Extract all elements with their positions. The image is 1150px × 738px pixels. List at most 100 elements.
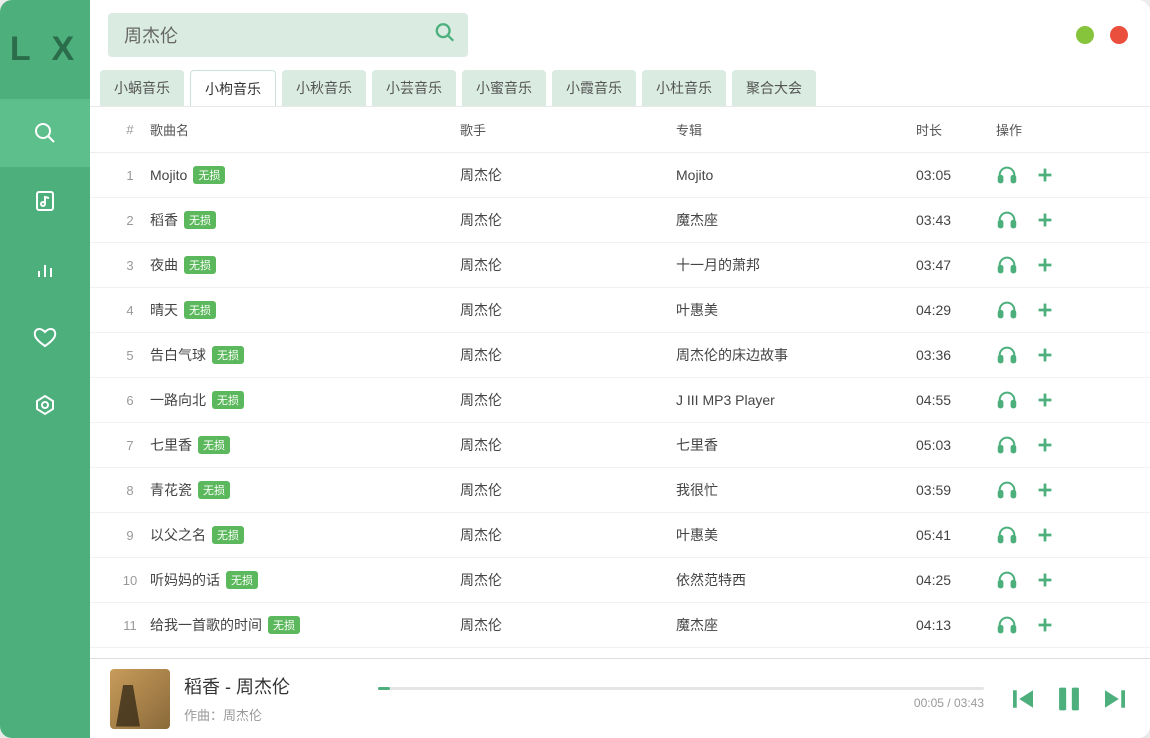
cell-name: 夜曲 无损 [150,255,460,275]
cell-action [996,299,1096,321]
play-button[interactable] [996,299,1018,321]
play-button[interactable] [996,254,1018,276]
quality-badge: 无损 [198,436,230,454]
table-row[interactable]: 2稻香 无损周杰伦魔杰座03:43 [90,198,1150,243]
play-button[interactable] [996,569,1018,591]
quality-badge: 无损 [212,391,244,409]
add-button[interactable] [1034,524,1056,546]
cell-index: 4 [110,303,150,318]
cell-name: 告白气球 无损 [150,345,460,365]
add-button[interactable] [1034,614,1056,636]
search-wrap [108,13,468,57]
progress-bar[interactable] [378,687,984,690]
cell-album: Mojito [676,167,916,183]
tab-source[interactable]: 小蜗音乐 [100,70,184,106]
pause-icon [1052,682,1086,716]
minimize-button[interactable] [1076,26,1094,44]
add-button[interactable] [1034,164,1056,186]
cell-name: 一路向北 无损 [150,390,460,410]
table-row[interactable]: 1Mojito 无损周杰伦Mojito03:05 [90,153,1150,198]
cell-album: 我很忙 [676,480,916,500]
progress-fill [378,687,390,690]
play-button[interactable] [996,209,1018,231]
table-row[interactable]: 5告白气球 无损周杰伦周杰伦的床边故事03:36 [90,333,1150,378]
cell-name: 给我一首歌的时间 无损 [150,615,460,635]
play-button[interactable] [996,389,1018,411]
tab-source[interactable]: 小秋音乐 [282,70,366,106]
add-button[interactable] [1034,479,1056,501]
nav-settings[interactable] [0,371,90,439]
play-button[interactable] [996,344,1018,366]
heart-icon [33,325,57,349]
headphones-icon [996,569,1018,591]
search-button[interactable] [434,22,456,49]
table-row[interactable]: 7七里香 无损周杰伦七里香05:03 [90,423,1150,468]
table-row[interactable]: 10听妈妈的话 无损周杰伦依然范特西04:25 [90,558,1150,603]
album-art[interactable] [110,669,170,729]
play-button[interactable] [996,164,1018,186]
nav-favorites[interactable] [0,303,90,371]
cell-duration: 03:59 [916,482,996,498]
cell-duration: 03:05 [916,167,996,183]
add-button[interactable] [1034,344,1056,366]
player-bar: 稻香 - 周杰伦 作曲：周杰伦 00:05 / 03:43 [90,658,1150,738]
add-button[interactable] [1034,389,1056,411]
next-button[interactable] [1100,684,1130,714]
player-controls [1008,682,1130,716]
table-row[interactable]: 4晴天 无损周杰伦叶惠美04:29 [90,288,1150,333]
plus-icon [1034,209,1056,231]
table-body[interactable]: 1Mojito 无损周杰伦Mojito03:052稻香 无损周杰伦魔杰座03:4… [90,153,1150,658]
headphones-icon [996,344,1018,366]
table-row[interactable]: 8青花瓷 无损周杰伦我很忙03:59 [90,468,1150,513]
add-button[interactable] [1034,299,1056,321]
cell-index: 6 [110,393,150,408]
tab-source[interactable]: 小杜音乐 [642,70,726,106]
cell-artist: 周杰伦 [460,525,676,545]
song-name: 青花瓷 [150,480,192,500]
play-pause-button[interactable] [1052,682,1086,716]
table-row[interactable]: 11给我一首歌的时间 无损周杰伦魔杰座04:13 [90,603,1150,648]
cell-name: 青花瓷 无损 [150,480,460,500]
tab-source[interactable]: 小蜜音乐 [462,70,546,106]
table-row[interactable]: 9以父之名 无损周杰伦叶惠美05:41 [90,513,1150,558]
close-button[interactable] [1110,26,1128,44]
nav-leaderboard[interactable] [0,235,90,303]
plus-icon [1034,614,1056,636]
play-button[interactable] [996,434,1018,456]
headphones-icon [996,434,1018,456]
main-area: 小蜗音乐小枸音乐小秋音乐小芸音乐小蜜音乐小霞音乐小杜音乐聚合大会 # 歌曲名 歌… [90,0,1150,738]
header-duration: 时长 [916,120,996,139]
cell-index: 10 [110,573,150,588]
nav-search[interactable] [0,99,90,167]
headphones-icon [996,164,1018,186]
tab-source[interactable]: 聚合大会 [732,70,816,106]
tab-source[interactable]: 小霞音乐 [552,70,636,106]
cell-action [996,164,1096,186]
play-button[interactable] [996,479,1018,501]
play-button[interactable] [996,614,1018,636]
tab-source[interactable]: 小芸音乐 [372,70,456,106]
time-display: 00:05 / 03:43 [378,696,984,710]
headphones-icon [996,389,1018,411]
settings-icon [33,393,57,417]
add-button[interactable] [1034,569,1056,591]
cell-action [996,344,1096,366]
app-window: L X [0,0,1150,738]
nav-songlist[interactable] [0,167,90,235]
search-input[interactable] [124,25,418,46]
add-button[interactable] [1034,434,1056,456]
cell-name: 稻香 无损 [150,210,460,230]
play-button[interactable] [996,524,1018,546]
header-index: # [110,122,150,137]
previous-button[interactable] [1008,684,1038,714]
add-button[interactable] [1034,254,1056,276]
cell-index: 7 [110,438,150,453]
table-row[interactable]: 3夜曲 无损周杰伦十一月的萧邦03:47 [90,243,1150,288]
track-title: 稻香 - 周杰伦 [184,673,364,699]
add-button[interactable] [1034,209,1056,231]
cell-artist: 周杰伦 [460,165,676,185]
tab-source[interactable]: 小枸音乐 [190,70,276,106]
plus-icon [1034,569,1056,591]
table-row[interactable]: 6一路向北 无损周杰伦J III MP3 Player04:55 [90,378,1150,423]
cell-artist: 周杰伦 [460,615,676,635]
